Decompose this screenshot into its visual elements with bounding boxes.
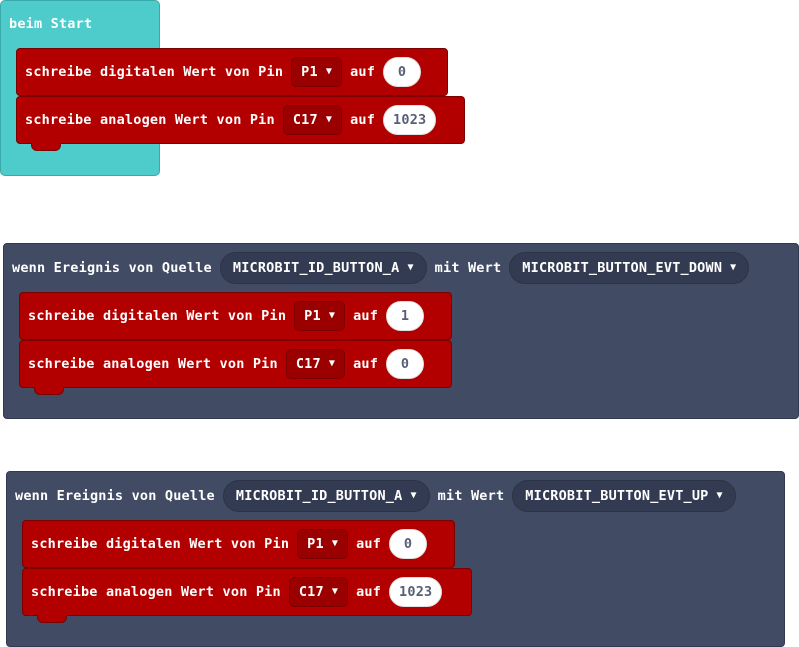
auf-label: auf bbox=[350, 112, 376, 128]
pin-value: P1 bbox=[304, 308, 321, 324]
analog-write-block[interactable]: schreibe analogen Wert von Pin C17 ▼ auf… bbox=[16, 96, 465, 151]
auf-label: auf bbox=[356, 536, 382, 552]
pin-value: P1 bbox=[307, 536, 324, 552]
pin-value: P1 bbox=[301, 64, 318, 80]
analog-write-block[interactable]: schreibe analogen Wert von Pin C17 ▼ auf… bbox=[19, 340, 452, 395]
auf-label: auf bbox=[353, 356, 379, 372]
pin-dropdown[interactable]: C17 ▼ bbox=[282, 105, 343, 135]
digital-write-label: schreibe digitalen Wert von Pin bbox=[28, 308, 287, 324]
value-input[interactable]: 0 bbox=[383, 57, 422, 87]
chevron-down-icon: ▼ bbox=[331, 538, 339, 549]
analog-write-label: schreibe analogen Wert von Pin bbox=[31, 584, 281, 600]
pin-dropdown[interactable]: P1 ▼ bbox=[294, 301, 346, 331]
source-value: MICROBIT_ID_BUTTON_A bbox=[235, 488, 403, 504]
chevron-down-icon: ▼ bbox=[331, 586, 339, 597]
digital-write-block[interactable]: schreibe digitalen Wert von Pin P1 ▼ auf… bbox=[19, 292, 452, 340]
digital-write-label: schreibe digitalen Wert von Pin bbox=[25, 64, 284, 80]
event-label: wenn Ereignis von Quelle bbox=[12, 260, 212, 276]
on-start-label: beim Start bbox=[9, 16, 93, 32]
chevron-down-icon: ▼ bbox=[325, 114, 333, 125]
pin-dropdown[interactable]: C17 ▼ bbox=[285, 349, 346, 379]
auf-label: auf bbox=[353, 308, 379, 324]
digital-write-label: schreibe digitalen Wert von Pin bbox=[31, 536, 290, 552]
value-input[interactable]: 1023 bbox=[383, 105, 437, 135]
pin-dropdown[interactable]: P1 ▼ bbox=[297, 529, 349, 559]
analog-write-block[interactable]: schreibe analogen Wert von Pin C17 ▼ auf… bbox=[22, 568, 472, 623]
digital-write-block[interactable]: schreibe digitalen Wert von Pin P1 ▼ auf… bbox=[16, 48, 448, 96]
block-notch bbox=[37, 615, 67, 623]
chevron-down-icon: ▼ bbox=[730, 262, 737, 273]
source-dropdown[interactable]: MICROBIT_ID_BUTTON_A ▼ bbox=[222, 480, 430, 512]
source-dropdown[interactable]: MICROBIT_ID_BUTTON_A ▼ bbox=[219, 252, 427, 284]
pin-value: C17 bbox=[292, 112, 318, 128]
chevron-down-icon: ▼ bbox=[407, 262, 414, 273]
chevron-down-icon: ▼ bbox=[716, 490, 723, 501]
event-value-dropdown[interactable]: MICROBIT_BUTTON_EVT_DOWN ▼ bbox=[509, 252, 750, 284]
with-value-label: mit Wert bbox=[434, 260, 502, 276]
chevron-down-icon: ▼ bbox=[325, 66, 333, 77]
source-value: MICROBIT_ID_BUTTON_A bbox=[232, 260, 400, 276]
pin-dropdown[interactable]: P1 ▼ bbox=[291, 57, 343, 87]
auf-label: auf bbox=[350, 64, 376, 80]
analog-write-label: schreibe analogen Wert von Pin bbox=[28, 356, 278, 372]
pin-dropdown[interactable]: C17 ▼ bbox=[288, 577, 349, 607]
event-header: wenn Ereignis von Quelle MICROBIT_ID_BUT… bbox=[12, 252, 750, 284]
event-label: wenn Ereignis von Quelle bbox=[15, 488, 215, 504]
analog-write-label: schreibe analogen Wert von Pin bbox=[25, 112, 275, 128]
chevron-down-icon: ▼ bbox=[410, 490, 417, 501]
value-input[interactable]: 0 bbox=[389, 529, 428, 559]
chevron-down-icon: ▼ bbox=[328, 358, 336, 369]
event-value: MICROBIT_BUTTON_EVT_DOWN bbox=[522, 260, 723, 276]
block-notch bbox=[31, 143, 61, 151]
value-input[interactable]: 1023 bbox=[389, 577, 443, 607]
with-value-label: mit Wert bbox=[437, 488, 505, 504]
event-header: wenn Ereignis von Quelle MICROBIT_ID_BUT… bbox=[15, 480, 736, 512]
pin-value: C17 bbox=[295, 356, 321, 372]
block-notch bbox=[34, 387, 64, 395]
value-input[interactable]: 0 bbox=[386, 349, 425, 379]
event-value: MICROBIT_BUTTON_EVT_UP bbox=[525, 488, 709, 504]
digital-write-block[interactable]: schreibe digitalen Wert von Pin P1 ▼ auf… bbox=[22, 520, 455, 568]
value-input[interactable]: 1 bbox=[386, 301, 425, 331]
chevron-down-icon: ▼ bbox=[328, 310, 336, 321]
event-value-dropdown[interactable]: MICROBIT_BUTTON_EVT_UP ▼ bbox=[512, 480, 736, 512]
pin-value: C17 bbox=[298, 584, 324, 600]
auf-label: auf bbox=[356, 584, 382, 600]
